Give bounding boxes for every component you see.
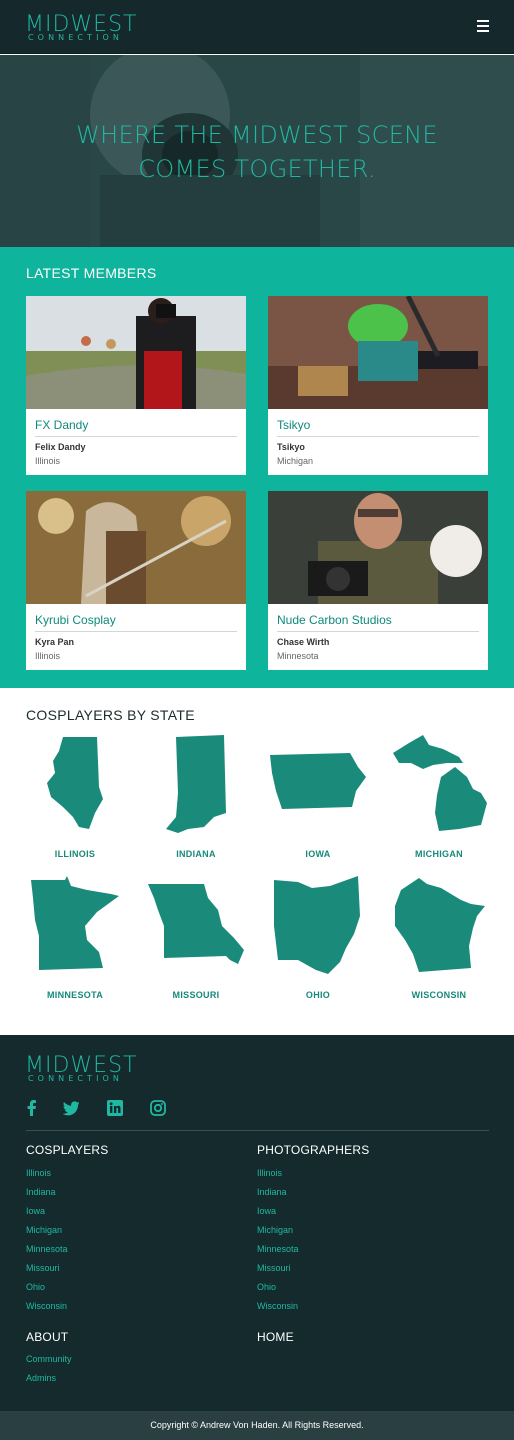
footer-link[interactable]: Wisconsin — [26, 1301, 67, 1311]
wisconsin-map-icon — [395, 878, 485, 972]
illinois-map-icon — [47, 737, 103, 829]
member-card[interactable]: Kyrubi Cosplay Kyra Pan Illinois — [26, 491, 246, 670]
state-label[interactable]: INDIANA — [146, 849, 246, 859]
footer-link[interactable]: Minnesota — [257, 1244, 299, 1254]
member-real-name: Felix Dandy — [35, 442, 86, 452]
footer-photographers-heading[interactable]: PHOTOGRAPHERS — [257, 1143, 369, 1157]
footer-link[interactable]: Illinois — [257, 1168, 282, 1178]
logo-tagline: CONNECTION — [28, 33, 124, 42]
footer-logo-tagline: CONNECTION — [28, 1074, 124, 1083]
twitter-icon[interactable] — [63, 1100, 79, 1116]
footer-link[interactable]: Iowa — [257, 1206, 276, 1216]
footer-link[interactable]: Minnesota — [26, 1244, 68, 1254]
member-real-name: Chase Wirth — [277, 637, 330, 647]
state-label[interactable]: WISCONSIN — [389, 990, 489, 1000]
member-name[interactable]: FX Dandy — [35, 418, 88, 432]
member-real-name: Tsikyo — [277, 442, 305, 452]
missouri-map-icon — [148, 884, 244, 964]
indiana-map-icon — [166, 735, 226, 833]
member-state: Minnesota — [277, 651, 319, 661]
footer-home-link[interactable]: HOME — [257, 1330, 294, 1344]
footer-link[interactable]: Ohio — [26, 1282, 45, 1292]
states-title: COSPLAYERS BY STATE — [26, 707, 195, 723]
state-label[interactable]: ILLINOIS — [25, 849, 125, 859]
member-card[interactable]: Nude Carbon Studios Chase Wirth Minnesot… — [268, 491, 488, 670]
footer-link[interactable]: Indiana — [26, 1187, 56, 1197]
footer-link[interactable]: Illinois — [26, 1168, 51, 1178]
card-divider — [277, 631, 479, 632]
member-photo — [268, 491, 488, 604]
member-real-name: Kyra Pan — [35, 637, 75, 647]
state-iowa[interactable]: IOWA — [268, 733, 368, 863]
state-label[interactable]: MICHIGAN — [389, 849, 489, 859]
site-footer: MIDWEST CONNECTION COSPLAYERS Illinois I… — [0, 1035, 514, 1411]
hero-title: WHERE THE MIDWEST SCENE COMES TOGETHER. — [76, 121, 438, 183]
state-label[interactable]: IOWA — [268, 849, 368, 859]
footer-link[interactable]: Michigan — [257, 1225, 293, 1235]
member-photo — [268, 296, 488, 409]
footer-link[interactable]: Indiana — [257, 1187, 287, 1197]
member-state: Illinois — [35, 456, 61, 466]
footer-logo[interactable]: MIDWEST CONNECTION — [25, 1054, 136, 1084]
state-ohio[interactable]: OHIO — [268, 876, 368, 1006]
state-label[interactable]: MISSOURI — [146, 990, 246, 1000]
footer-link[interactable]: Iowa — [26, 1206, 45, 1216]
state-indiana[interactable]: INDIANA — [146, 733, 246, 863]
state-michigan[interactable]: MICHIGAN — [389, 733, 489, 863]
hamburger-menu-icon[interactable] — [473, 16, 493, 36]
footer-link[interactable]: Community — [26, 1354, 72, 1364]
member-name[interactable]: Tsikyo — [277, 418, 310, 432]
state-label[interactable]: OHIO — [268, 990, 368, 1000]
iowa-map-icon — [270, 753, 366, 809]
member-photo — [26, 296, 246, 409]
state-illinois[interactable]: ILLINOIS — [25, 733, 125, 863]
minnesota-map-icon — [31, 876, 119, 970]
site-header: MIDWEST CONNECTION — [0, 0, 514, 54]
footer-link[interactable]: Admins — [26, 1373, 56, 1383]
footer-link[interactable]: Ohio — [257, 1282, 276, 1292]
member-card[interactable]: FX Dandy Felix Dandy Illinois — [26, 296, 246, 475]
footer-link[interactable]: Michigan — [26, 1225, 62, 1235]
state-minnesota[interactable]: MINNESOTA — [25, 876, 125, 1006]
footer-link[interactable]: Missouri — [257, 1263, 291, 1273]
member-name[interactable]: Kyrubi Cosplay — [35, 613, 116, 627]
latest-members-title: LATEST MEMBERS — [26, 265, 157, 281]
latest-members-section: LATEST MEMBERS FX Dandy Felix Dandy Illi… — [0, 247, 514, 688]
footer-divider — [26, 1130, 489, 1131]
footer-link[interactable]: Wisconsin — [257, 1301, 298, 1311]
linkedin-icon[interactable] — [107, 1100, 123, 1116]
footer-about-heading[interactable]: ABOUT — [26, 1330, 68, 1344]
card-divider — [277, 436, 479, 437]
site-logo[interactable]: MIDWEST CONNECTION — [25, 13, 136, 43]
card-divider — [35, 436, 237, 437]
michigan-map-icon — [393, 735, 487, 831]
member-name[interactable]: Nude Carbon Studios — [277, 613, 392, 627]
footer-link[interactable]: Missouri — [26, 1263, 60, 1273]
state-label[interactable]: MINNESOTA — [25, 990, 125, 1000]
state-missouri[interactable]: MISSOURI — [146, 876, 246, 1006]
member-photo — [26, 491, 246, 604]
member-card[interactable]: Tsikyo Tsikyo Michigan — [268, 296, 488, 475]
footer-cosplayers-heading[interactable]: COSPLAYERS — [26, 1143, 108, 1157]
card-divider — [35, 631, 237, 632]
ohio-map-icon — [274, 876, 360, 974]
member-state: Illinois — [35, 651, 61, 661]
member-state: Michigan — [277, 456, 314, 466]
instagram-icon[interactable] — [150, 1100, 166, 1116]
copyright-bar: Copyright © Andrew Von Haden. All Rights… — [0, 1411, 514, 1440]
facebook-icon[interactable] — [24, 1100, 40, 1116]
state-wisconsin[interactable]: WISCONSIN — [389, 876, 489, 1006]
cosplayers-by-state-section: COSPLAYERS BY STATE ILLINOIS INDIANA IOW… — [0, 688, 514, 1035]
hero-banner: WHERE THE MIDWEST SCENE COMES TOGETHER. — [0, 55, 514, 247]
